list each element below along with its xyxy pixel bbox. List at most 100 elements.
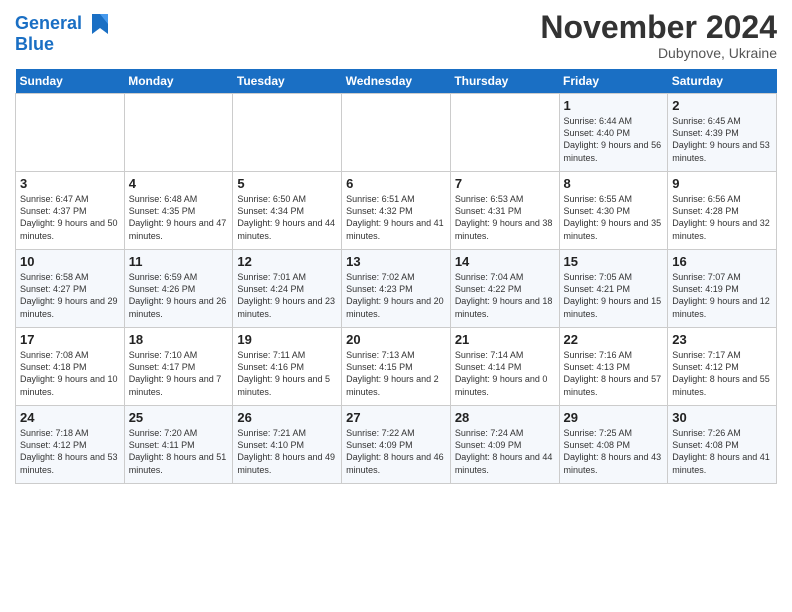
- day-number: 28: [455, 410, 555, 425]
- day-info: Sunrise: 6:48 AM Sunset: 4:35 PM Dayligh…: [129, 193, 229, 242]
- day-info: Sunrise: 6:45 AM Sunset: 4:39 PM Dayligh…: [672, 115, 772, 164]
- day-info: Sunrise: 7:21 AM Sunset: 4:10 PM Dayligh…: [237, 427, 337, 476]
- day-info: Sunrise: 7:10 AM Sunset: 4:17 PM Dayligh…: [129, 349, 229, 398]
- calendar-week-4: 17 Sunrise: 7:08 AM Sunset: 4:18 PM Dayli…: [16, 328, 777, 406]
- location: Dubynove, Ukraine: [540, 45, 777, 61]
- calendar-cell: 26 Sunrise: 7:21 AM Sunset: 4:10 PM Dayli…: [233, 406, 342, 484]
- day-info: Sunrise: 7:22 AM Sunset: 4:09 PM Dayligh…: [346, 427, 446, 476]
- calendar-week-1: 1 Sunrise: 6:44 AM Sunset: 4:40 PM Daylig…: [16, 94, 777, 172]
- day-number: 20: [346, 332, 446, 347]
- calendar-cell: 1 Sunrise: 6:44 AM Sunset: 4:40 PM Daylig…: [559, 94, 668, 172]
- day-number: 11: [129, 254, 229, 269]
- day-info: Sunrise: 7:02 AM Sunset: 4:23 PM Dayligh…: [346, 271, 446, 320]
- month-title: November 2024: [540, 10, 777, 45]
- calendar-cell: 30 Sunrise: 7:26 AM Sunset: 4:08 PM Dayli…: [668, 406, 777, 484]
- calendar-cell: [450, 94, 559, 172]
- logo: General Blue: [15, 10, 112, 55]
- calendar-cell: 10 Sunrise: 6:58 AM Sunset: 4:27 PM Dayli…: [16, 250, 125, 328]
- day-number: 5: [237, 176, 337, 191]
- day-info: Sunrise: 6:55 AM Sunset: 4:30 PM Dayligh…: [564, 193, 664, 242]
- day-number: 25: [129, 410, 229, 425]
- calendar-cell: 8 Sunrise: 6:55 AM Sunset: 4:30 PM Daylig…: [559, 172, 668, 250]
- calendar-cell: 4 Sunrise: 6:48 AM Sunset: 4:35 PM Daylig…: [124, 172, 233, 250]
- weekday-header-thursday: Thursday: [450, 69, 559, 94]
- calendar-cell: 2 Sunrise: 6:45 AM Sunset: 4:39 PM Daylig…: [668, 94, 777, 172]
- day-number: 24: [20, 410, 120, 425]
- calendar-cell: 14Sunrise: 7:04 AM Sunset: 4:22 PM Dayli…: [450, 250, 559, 328]
- calendar-cell: 11 Sunrise: 6:59 AM Sunset: 4:26 PM Dayli…: [124, 250, 233, 328]
- day-number: 8: [564, 176, 664, 191]
- logo-icon: [88, 10, 112, 38]
- calendar-cell: 21Sunrise: 7:14 AM Sunset: 4:14 PM Dayli…: [450, 328, 559, 406]
- day-info: Sunrise: 7:24 AM Sunset: 4:09 PM Dayligh…: [455, 427, 555, 476]
- day-info: Sunrise: 6:56 AM Sunset: 4:28 PM Dayligh…: [672, 193, 772, 242]
- weekday-header-tuesday: Tuesday: [233, 69, 342, 94]
- calendar-week-5: 24 Sunrise: 7:18 AM Sunset: 4:12 PM Dayli…: [16, 406, 777, 484]
- calendar-cell: [16, 94, 125, 172]
- title-block: November 2024 Dubynove, Ukraine: [540, 10, 777, 61]
- day-info: Sunrise: 7:18 AM Sunset: 4:12 PM Dayligh…: [20, 427, 120, 476]
- day-info: Sunrise: 6:50 AM Sunset: 4:34 PM Dayligh…: [237, 193, 337, 242]
- calendar-cell: 28 Sunrise: 7:24 AM Sunset: 4:09 PM Dayli…: [450, 406, 559, 484]
- weekday-header-friday: Friday: [559, 69, 668, 94]
- day-number: 3: [20, 176, 120, 191]
- day-info: Sunrise: 6:59 AM Sunset: 4:26 PM Dayligh…: [129, 271, 229, 320]
- day-info: Sunrise: 7:26 AM Sunset: 4:08 PM Dayligh…: [672, 427, 772, 476]
- calendar-cell: 19Sunrise: 7:11 AM Sunset: 4:16 PM Dayli…: [233, 328, 342, 406]
- day-info: Sunrise: 6:44 AM Sunset: 4:40 PM Dayligh…: [564, 115, 664, 164]
- weekday-header-row: SundayMondayTuesdayWednesdayThursdayFrid…: [16, 69, 777, 94]
- calendar-cell: 7 Sunrise: 6:53 AM Sunset: 4:31 PM Daylig…: [450, 172, 559, 250]
- day-number: 2: [672, 98, 772, 113]
- calendar-cell: 15 Sunrise: 7:05 AM Sunset: 4:21 PM Dayli…: [559, 250, 668, 328]
- calendar-cell: 5 Sunrise: 6:50 AM Sunset: 4:34 PM Daylig…: [233, 172, 342, 250]
- header: General Blue November 2024 Dubynove, Ukr…: [15, 10, 777, 61]
- calendar-cell: 12Sunrise: 7:01 AM Sunset: 4:24 PM Dayli…: [233, 250, 342, 328]
- day-number: 18: [129, 332, 229, 347]
- day-info: Sunrise: 7:25 AM Sunset: 4:08 PM Dayligh…: [564, 427, 664, 476]
- day-number: 7: [455, 176, 555, 191]
- day-number: 26: [237, 410, 337, 425]
- day-number: 1: [564, 98, 664, 113]
- day-info: Sunrise: 6:53 AM Sunset: 4:31 PM Dayligh…: [455, 193, 555, 242]
- day-number: 27: [346, 410, 446, 425]
- day-info: Sunrise: 7:16 AM Sunset: 4:13 PM Dayligh…: [564, 349, 664, 398]
- day-number: 17: [20, 332, 120, 347]
- day-number: 4: [129, 176, 229, 191]
- day-number: 10: [20, 254, 120, 269]
- calendar-cell: 23 Sunrise: 7:17 AM Sunset: 4:12 PM Dayli…: [668, 328, 777, 406]
- calendar-cell: 20 Sunrise: 7:13 AM Sunset: 4:15 PM Dayli…: [342, 328, 451, 406]
- day-number: 15: [564, 254, 664, 269]
- day-info: Sunrise: 7:13 AM Sunset: 4:15 PM Dayligh…: [346, 349, 446, 398]
- day-info: Sunrise: 6:58 AM Sunset: 4:27 PM Dayligh…: [20, 271, 120, 320]
- calendar-cell: 18 Sunrise: 7:10 AM Sunset: 4:17 PM Dayli…: [124, 328, 233, 406]
- calendar-cell: 3 Sunrise: 6:47 AM Sunset: 4:37 PM Daylig…: [16, 172, 125, 250]
- weekday-header-sunday: Sunday: [16, 69, 125, 94]
- day-number: 9: [672, 176, 772, 191]
- calendar-cell: 6 Sunrise: 6:51 AM Sunset: 4:32 PM Daylig…: [342, 172, 451, 250]
- calendar-cell: [342, 94, 451, 172]
- calendar-cell: 17 Sunrise: 7:08 AM Sunset: 4:18 PM Dayli…: [16, 328, 125, 406]
- day-number: 23: [672, 332, 772, 347]
- calendar-cell: 22Sunrise: 7:16 AM Sunset: 4:13 PM Dayli…: [559, 328, 668, 406]
- calendar-cell: 25 Sunrise: 7:20 AM Sunset: 4:11 PM Dayli…: [124, 406, 233, 484]
- calendar-cell: 29Sunrise: 7:25 AM Sunset: 4:08 PM Dayli…: [559, 406, 668, 484]
- day-info: Sunrise: 6:47 AM Sunset: 4:37 PM Dayligh…: [20, 193, 120, 242]
- day-number: 6: [346, 176, 446, 191]
- calendar-cell: [124, 94, 233, 172]
- day-number: 12: [237, 254, 337, 269]
- day-number: 30: [672, 410, 772, 425]
- calendar-week-3: 10 Sunrise: 6:58 AM Sunset: 4:27 PM Dayli…: [16, 250, 777, 328]
- day-number: 13: [346, 254, 446, 269]
- day-info: Sunrise: 7:05 AM Sunset: 4:21 PM Dayligh…: [564, 271, 664, 320]
- day-info: Sunrise: 7:17 AM Sunset: 4:12 PM Dayligh…: [672, 349, 772, 398]
- calendar-table: SundayMondayTuesdayWednesdayThursdayFrid…: [15, 69, 777, 484]
- weekday-header-monday: Monday: [124, 69, 233, 94]
- day-number: 14: [455, 254, 555, 269]
- day-info: Sunrise: 7:11 AM Sunset: 4:16 PM Dayligh…: [237, 349, 337, 398]
- day-info: Sunrise: 7:08 AM Sunset: 4:18 PM Dayligh…: [20, 349, 120, 398]
- day-info: Sunrise: 7:20 AM Sunset: 4:11 PM Dayligh…: [129, 427, 229, 476]
- day-info: Sunrise: 6:51 AM Sunset: 4:32 PM Dayligh…: [346, 193, 446, 242]
- calendar-cell: 13 Sunrise: 7:02 AM Sunset: 4:23 PM Dayli…: [342, 250, 451, 328]
- calendar-cell: 27 Sunrise: 7:22 AM Sunset: 4:09 PM Dayli…: [342, 406, 451, 484]
- calendar-cell: 16Sunrise: 7:07 AM Sunset: 4:19 PM Dayli…: [668, 250, 777, 328]
